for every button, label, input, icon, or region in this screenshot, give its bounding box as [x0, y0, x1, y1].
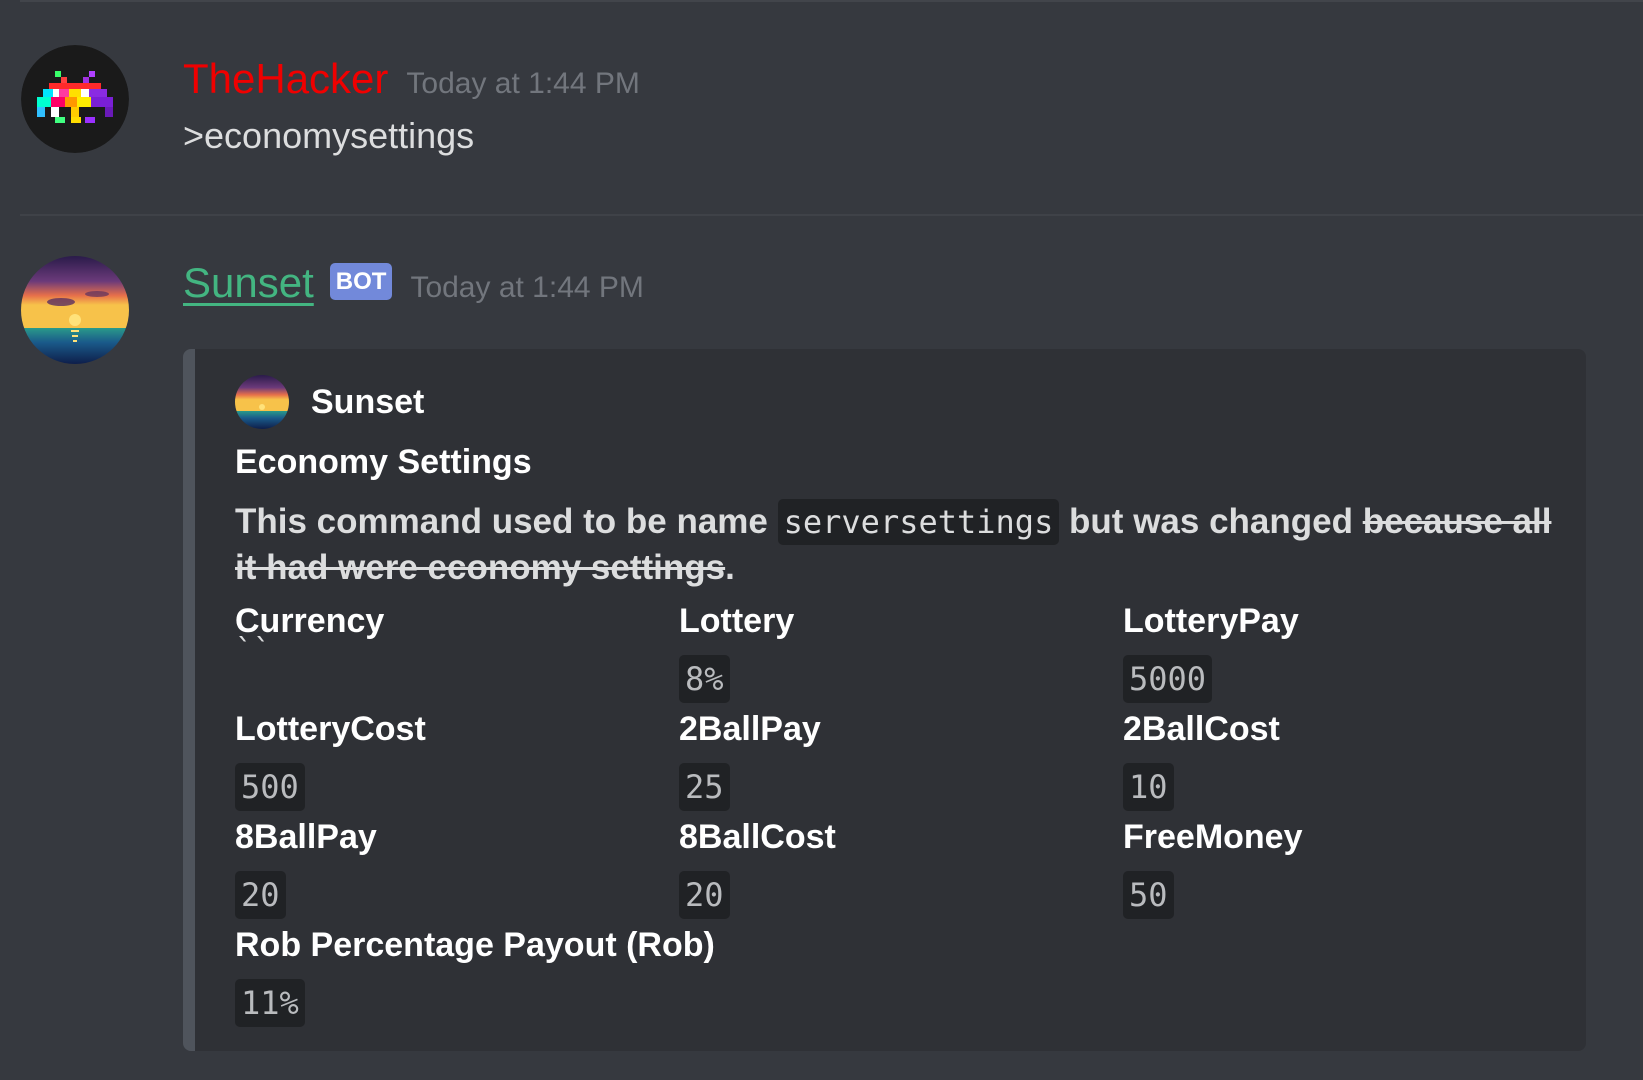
desc-text-1: This command used to be name — [235, 502, 778, 541]
field-freemoney: FreeMoney 50 — [1123, 815, 1567, 923]
embed-author-name[interactable]: Sunset — [311, 383, 424, 422]
field-value-text: `` — [235, 633, 272, 668]
desc-text-2: but was changed — [1059, 502, 1363, 541]
field-2ballcost: 2BallCost 10 — [1123, 707, 1567, 815]
field-value-text: 25 — [679, 763, 730, 811]
field-value: `` — [235, 636, 679, 703]
desc-end: . — [725, 548, 735, 587]
field-8ballcost: 8BallCost 20 — [679, 815, 1123, 923]
field-lottery: Lottery 8% — [679, 599, 1123, 707]
message-content: >economysettings — [183, 115, 475, 156]
field-value: 500 — [235, 763, 679, 811]
field-lotterypay: LotteryPay 5000 — [1123, 599, 1567, 707]
field-value-text: 20 — [235, 871, 286, 919]
field-8ballpay: 8BallPay 20 — [235, 815, 679, 923]
message-header: TheHacker Today at 1:44 PM — [183, 58, 640, 101]
field-name: Rob Percentage Payout (Rob) — [235, 926, 715, 964]
bot-username[interactable]: Sunset — [183, 262, 314, 304]
field-name: 2BallCost — [1123, 710, 1280, 748]
desc-inline-code: serversettings — [777, 499, 1060, 545]
field-value-text: 5000 — [1123, 655, 1213, 703]
field-value: 20 — [679, 871, 1123, 919]
field-value-text: 8% — [679, 655, 730, 703]
embed-description: This command used to be name serversetti… — [235, 499, 1555, 590]
field-name: FreeMoney — [1123, 818, 1303, 856]
field-value-text: 11% — [235, 979, 305, 1027]
sunset-avatar[interactable] — [21, 256, 129, 364]
field-name: Lottery — [679, 602, 795, 640]
field-value-text: 20 — [679, 871, 730, 919]
username[interactable]: TheHacker — [183, 58, 388, 100]
field-2ballpay: 2BallPay 25 — [679, 707, 1123, 815]
field-name: 8BallPay — [235, 818, 377, 856]
timestamp[interactable]: Today at 1:44 PM — [410, 271, 643, 305]
embed-fields: Currency `` Lottery 8% LotteryPay 5000 L… — [235, 599, 1575, 1031]
field-value-text: 10 — [1123, 763, 1174, 811]
timestamp[interactable]: Today at 1:44 PM — [406, 67, 639, 101]
field-value: 20 — [235, 871, 679, 919]
field-name: LotteryCost — [235, 710, 426, 748]
space-invader-avatar[interactable] — [21, 45, 129, 153]
message-divider — [20, 214, 1643, 216]
field-value-text: 50 — [1123, 871, 1174, 919]
embed-card: Sunset Economy Settings This command use… — [183, 349, 1586, 1051]
field-name: LotteryPay — [1123, 602, 1299, 640]
embed-author: Sunset — [235, 375, 424, 429]
field-value: 50 — [1123, 871, 1567, 919]
message-header: Sunset BOT Today at 1:44 PM — [183, 262, 644, 308]
sunset-author-icon — [235, 375, 289, 429]
field-lotterycost: LotteryCost 500 — [235, 707, 679, 815]
embed-title: Economy Settings — [235, 443, 532, 481]
field-value-text: 500 — [235, 763, 305, 811]
field-name: 8BallCost — [679, 818, 836, 856]
field-name: 2BallPay — [679, 710, 821, 748]
field-value: 10 — [1123, 763, 1567, 811]
field-name: Currency — [235, 602, 385, 640]
bot-badge: BOT — [329, 263, 393, 300]
field-value: 25 — [679, 763, 1123, 811]
field-currency: Currency `` — [235, 599, 679, 707]
field-value: 5000 — [1123, 655, 1567, 703]
field-rob-percentage: Rob Percentage Payout (Rob) 11% — [235, 923, 1567, 1031]
field-value: 8% — [679, 655, 1123, 703]
top-divider — [20, 0, 1643, 2]
field-value: 11% — [235, 979, 1567, 1027]
